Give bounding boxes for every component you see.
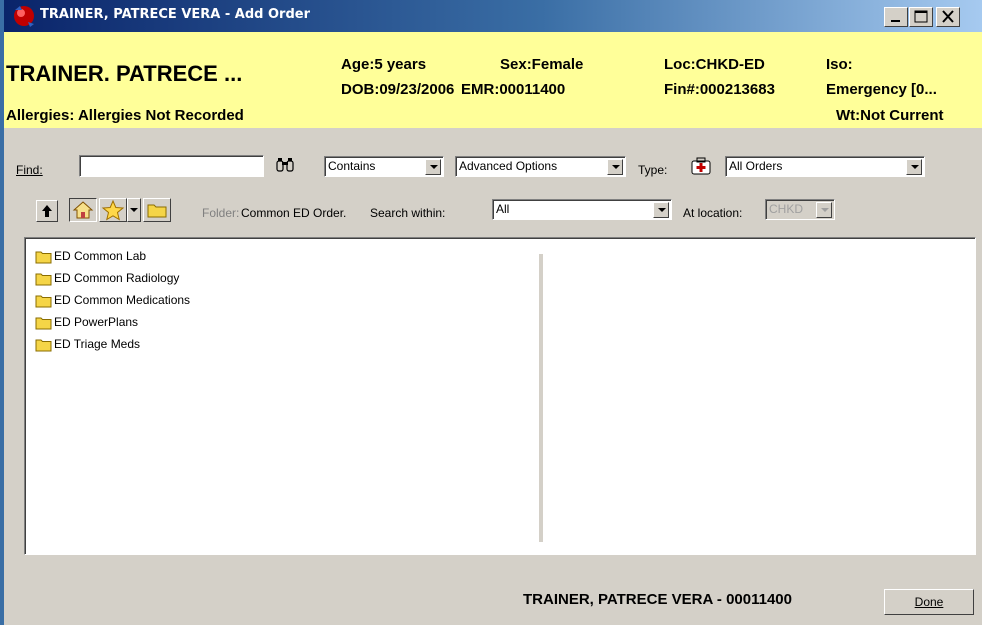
order-type-select[interactable]: All Orders: [725, 156, 925, 177]
title-bar[interactable]: TRAINER, PATRECE VERA - Add Order: [4, 0, 982, 32]
window-title: TRAINER, PATRECE VERA - Add Order: [40, 7, 310, 22]
match-mode-select[interactable]: Contains: [324, 156, 444, 177]
maximize-icon: [914, 10, 928, 23]
match-mode-value: Contains: [328, 159, 376, 173]
minimize-icon: [891, 20, 900, 22]
folder-icon: [147, 204, 167, 218]
add-order-window: TRAINER, PATRECE VERA - Add Order TRAINE…: [4, 0, 982, 625]
folder-label: Folder:: [202, 206, 240, 220]
maximize-button[interactable]: [909, 7, 933, 27]
done-button-label: Done: [914, 595, 944, 609]
order-type-value: All Orders: [729, 159, 783, 173]
iso-value: Iso:: [826, 56, 853, 73]
folder-icon: [35, 317, 52, 330]
search-within-label: Search within:: [370, 206, 446, 220]
folder-button[interactable]: [143, 198, 171, 222]
chevron-down-icon: [816, 202, 832, 218]
list-item[interactable]: ED Triage Meds: [35, 337, 140, 357]
patient-summary: TRAINER, PATRECE VERA - 00011400: [523, 591, 792, 608]
folder-icon: [35, 251, 52, 264]
search-within-select[interactable]: All: [492, 199, 672, 220]
type-label: Type:: [638, 163, 668, 177]
favorites-button[interactable]: [99, 198, 127, 222]
up-folder-button[interactable]: [36, 200, 58, 222]
at-location-value: CHKD: [769, 202, 804, 216]
advanced-options-select[interactable]: Advanced Options: [455, 156, 626, 177]
folder-label: ED Triage Meds: [54, 337, 141, 351]
star-icon: [101, 199, 125, 221]
pane-splitter[interactable]: [539, 254, 543, 542]
location-value: Loc:CHKD-ED: [664, 56, 765, 73]
allergies-value: Allergies: Allergies Not Recorded: [6, 107, 244, 124]
folder-label: ED Common Medications: [54, 293, 191, 307]
folder-icon: [35, 339, 52, 352]
list-item[interactable]: ED PowerPlans: [35, 315, 138, 335]
app-icon: [14, 6, 34, 27]
fin-value: Fin#:000213683: [664, 81, 775, 98]
list-item[interactable]: ED Common Lab: [35, 249, 146, 269]
home-button[interactable]: [69, 198, 97, 222]
folder-label: ED PowerPlans: [54, 315, 139, 329]
close-icon: [942, 10, 954, 23]
list-item[interactable]: ED Common Medications: [35, 293, 190, 313]
sex-value: Sex:Female: [500, 56, 584, 73]
folder-tree-pane: ED Common Lab ED Common Radiology ED Com…: [24, 237, 976, 555]
medical-bag-icon: [691, 157, 711, 175]
folder-icon: [35, 273, 52, 286]
chevron-down-icon[interactable]: [906, 159, 922, 175]
folder-label: ED Common Lab: [54, 249, 147, 263]
search-within-value: All: [496, 202, 510, 216]
folder-label: ED Common Radiology: [54, 271, 180, 285]
done-button[interactable]: Done: [884, 589, 974, 615]
minimize-button[interactable]: [884, 7, 908, 27]
folder-value: Common ED Order.: [241, 206, 347, 220]
binoculars-icon[interactable]: [275, 156, 295, 174]
favorites-dropdown-button[interactable]: [127, 198, 141, 222]
find-input[interactable]: [79, 155, 264, 177]
folder-icon: [35, 295, 52, 308]
chevron-down-icon: [130, 208, 138, 212]
chevron-down-icon[interactable]: [425, 159, 441, 175]
at-location-select: CHKD: [765, 199, 835, 220]
advanced-options-value: Advanced Options: [459, 159, 558, 173]
chevron-down-icon[interactable]: [607, 159, 623, 175]
at-location-label: At location:: [683, 206, 743, 220]
patient-banner: TRAINER. PATRECE ... Age:5 years Sex:Fem…: [4, 32, 982, 128]
chevron-down-icon[interactable]: [653, 202, 669, 218]
encounter-value: Emergency [0...: [826, 81, 937, 98]
close-button[interactable]: [936, 7, 960, 27]
list-item[interactable]: ED Common Radiology: [35, 271, 179, 291]
home-icon: [72, 201, 94, 219]
up-arrow-icon: [42, 205, 52, 217]
patient-name: TRAINER. PATRECE ...: [6, 61, 243, 86]
weight-value: Wt:Not Current: [836, 107, 944, 124]
find-label: Find:: [16, 163, 43, 177]
age-value: Age:5 years: [341, 56, 427, 73]
emr-value: EMR:00011400: [461, 81, 566, 98]
dob-value: DOB:09/23/2006: [341, 81, 455, 98]
